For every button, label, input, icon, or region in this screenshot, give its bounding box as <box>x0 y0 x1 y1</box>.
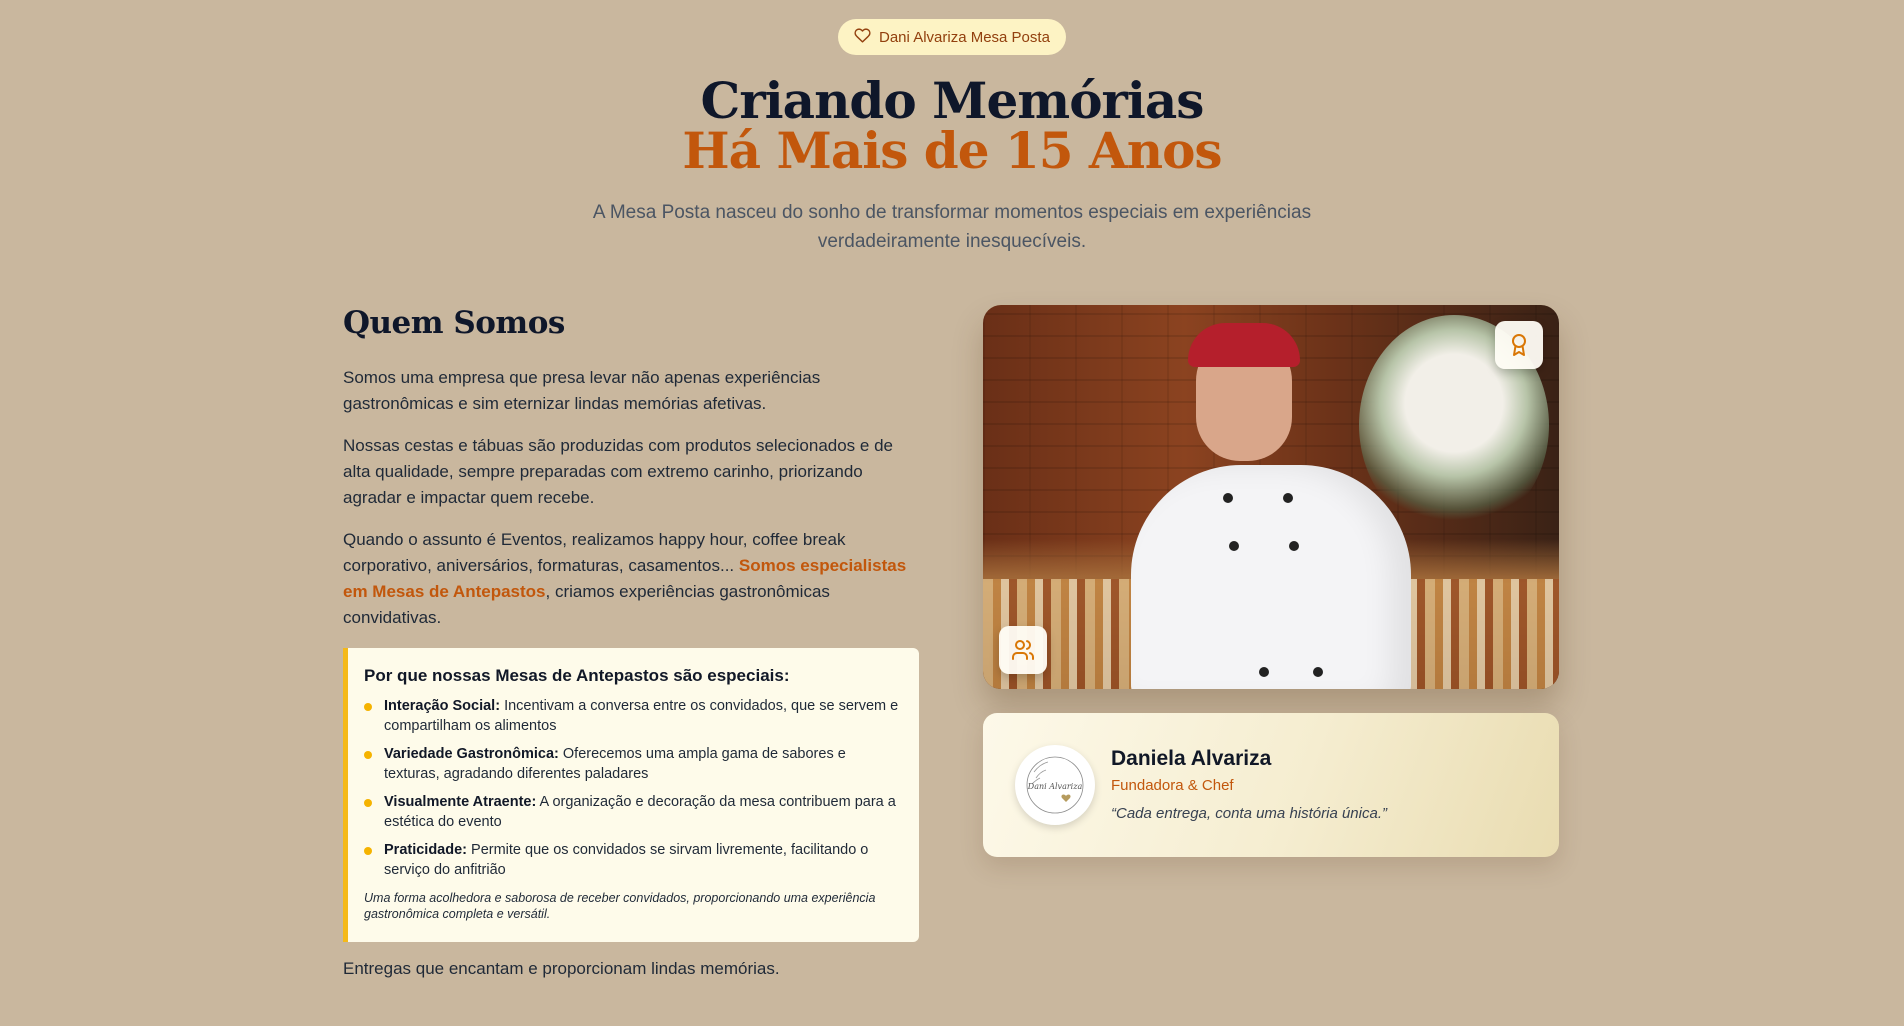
feature-label: Variedade Gastronômica: <box>384 746 559 762</box>
title-line-2: Há Mais de 15 Anos <box>682 121 1222 180</box>
chef-jacket <box>1131 465 1411 689</box>
users-icon <box>999 626 1047 674</box>
section-heading: Quem Somos <box>343 305 565 341</box>
badge-label: Dani Alvariza Mesa Posta <box>879 28 1050 46</box>
page-subtitle: A Mesa Posta nasceu do sonho de transfor… <box>592 202 1312 252</box>
feature-label: Interação Social: <box>384 698 501 714</box>
features-title: Por que nossas Mesas de Antepastos são e… <box>364 666 790 685</box>
features-box: Por que nossas Mesas de Antepastos são e… <box>343 648 919 942</box>
feature-label: Praticidade: <box>384 842 467 858</box>
founder-role: Fundadora & Chef <box>1111 777 1234 794</box>
bullet-dot <box>364 799 372 807</box>
bullet-dot <box>364 751 372 759</box>
about-text-column: Quem Somos Somos uma empresa que presa l… <box>343 303 923 978</box>
logo-mark: Dani Alvariza <box>1026 756 1084 814</box>
about-paragraph-2: Nossas cestas e tábuas são produzidas co… <box>343 436 893 507</box>
brand-badge: Dani Alvariza Mesa Posta <box>838 19 1066 55</box>
page-title: Criando Memórias Há Mais de 15 Anos <box>0 76 1904 176</box>
features-note: Uma forma acolhedora e saborosa de receb… <box>364 891 876 921</box>
founder-card: Dani Alvariza Daniela Alvariza Fundadora… <box>983 713 1559 857</box>
award-icon <box>1495 321 1543 369</box>
brand-logo: Dani Alvariza <box>1015 745 1095 825</box>
feature-item: Praticidade: Permite que os convidados s… <box>364 840 901 880</box>
bullet-dot <box>364 703 372 711</box>
closing-text: Entregas que encantam e proporcionam lin… <box>343 959 780 978</box>
about-paragraph-1: Somos uma empresa que presa levar não ap… <box>343 368 821 413</box>
bullet-dot <box>364 847 372 855</box>
feature-item: Interação Social: Incentivam a conversa … <box>364 696 901 736</box>
feature-item: Variedade Gastronômica: Oferecemos uma a… <box>364 744 901 784</box>
founder-name: Daniela Alvariza <box>1111 747 1272 770</box>
about-paragraph-3: Quando o assunto é Eventos, realizamos h… <box>343 527 913 631</box>
heart-icon <box>854 27 871 48</box>
feature-item: Visualmente Atraente: A organização e de… <box>364 792 901 832</box>
chef-photo <box>983 305 1559 689</box>
title-line-1: Criando Memórias <box>700 71 1205 130</box>
founder-quote: “Cada entrega, conta uma história única.… <box>1111 805 1387 822</box>
chef-bandana <box>1188 323 1300 367</box>
about-section: Dani Alvariza Mesa Posta Criando Memória… <box>0 0 1904 1026</box>
logo-text: Dani Alvariza <box>1027 782 1083 791</box>
feature-label: Visualmente Atraente: <box>384 794 537 810</box>
